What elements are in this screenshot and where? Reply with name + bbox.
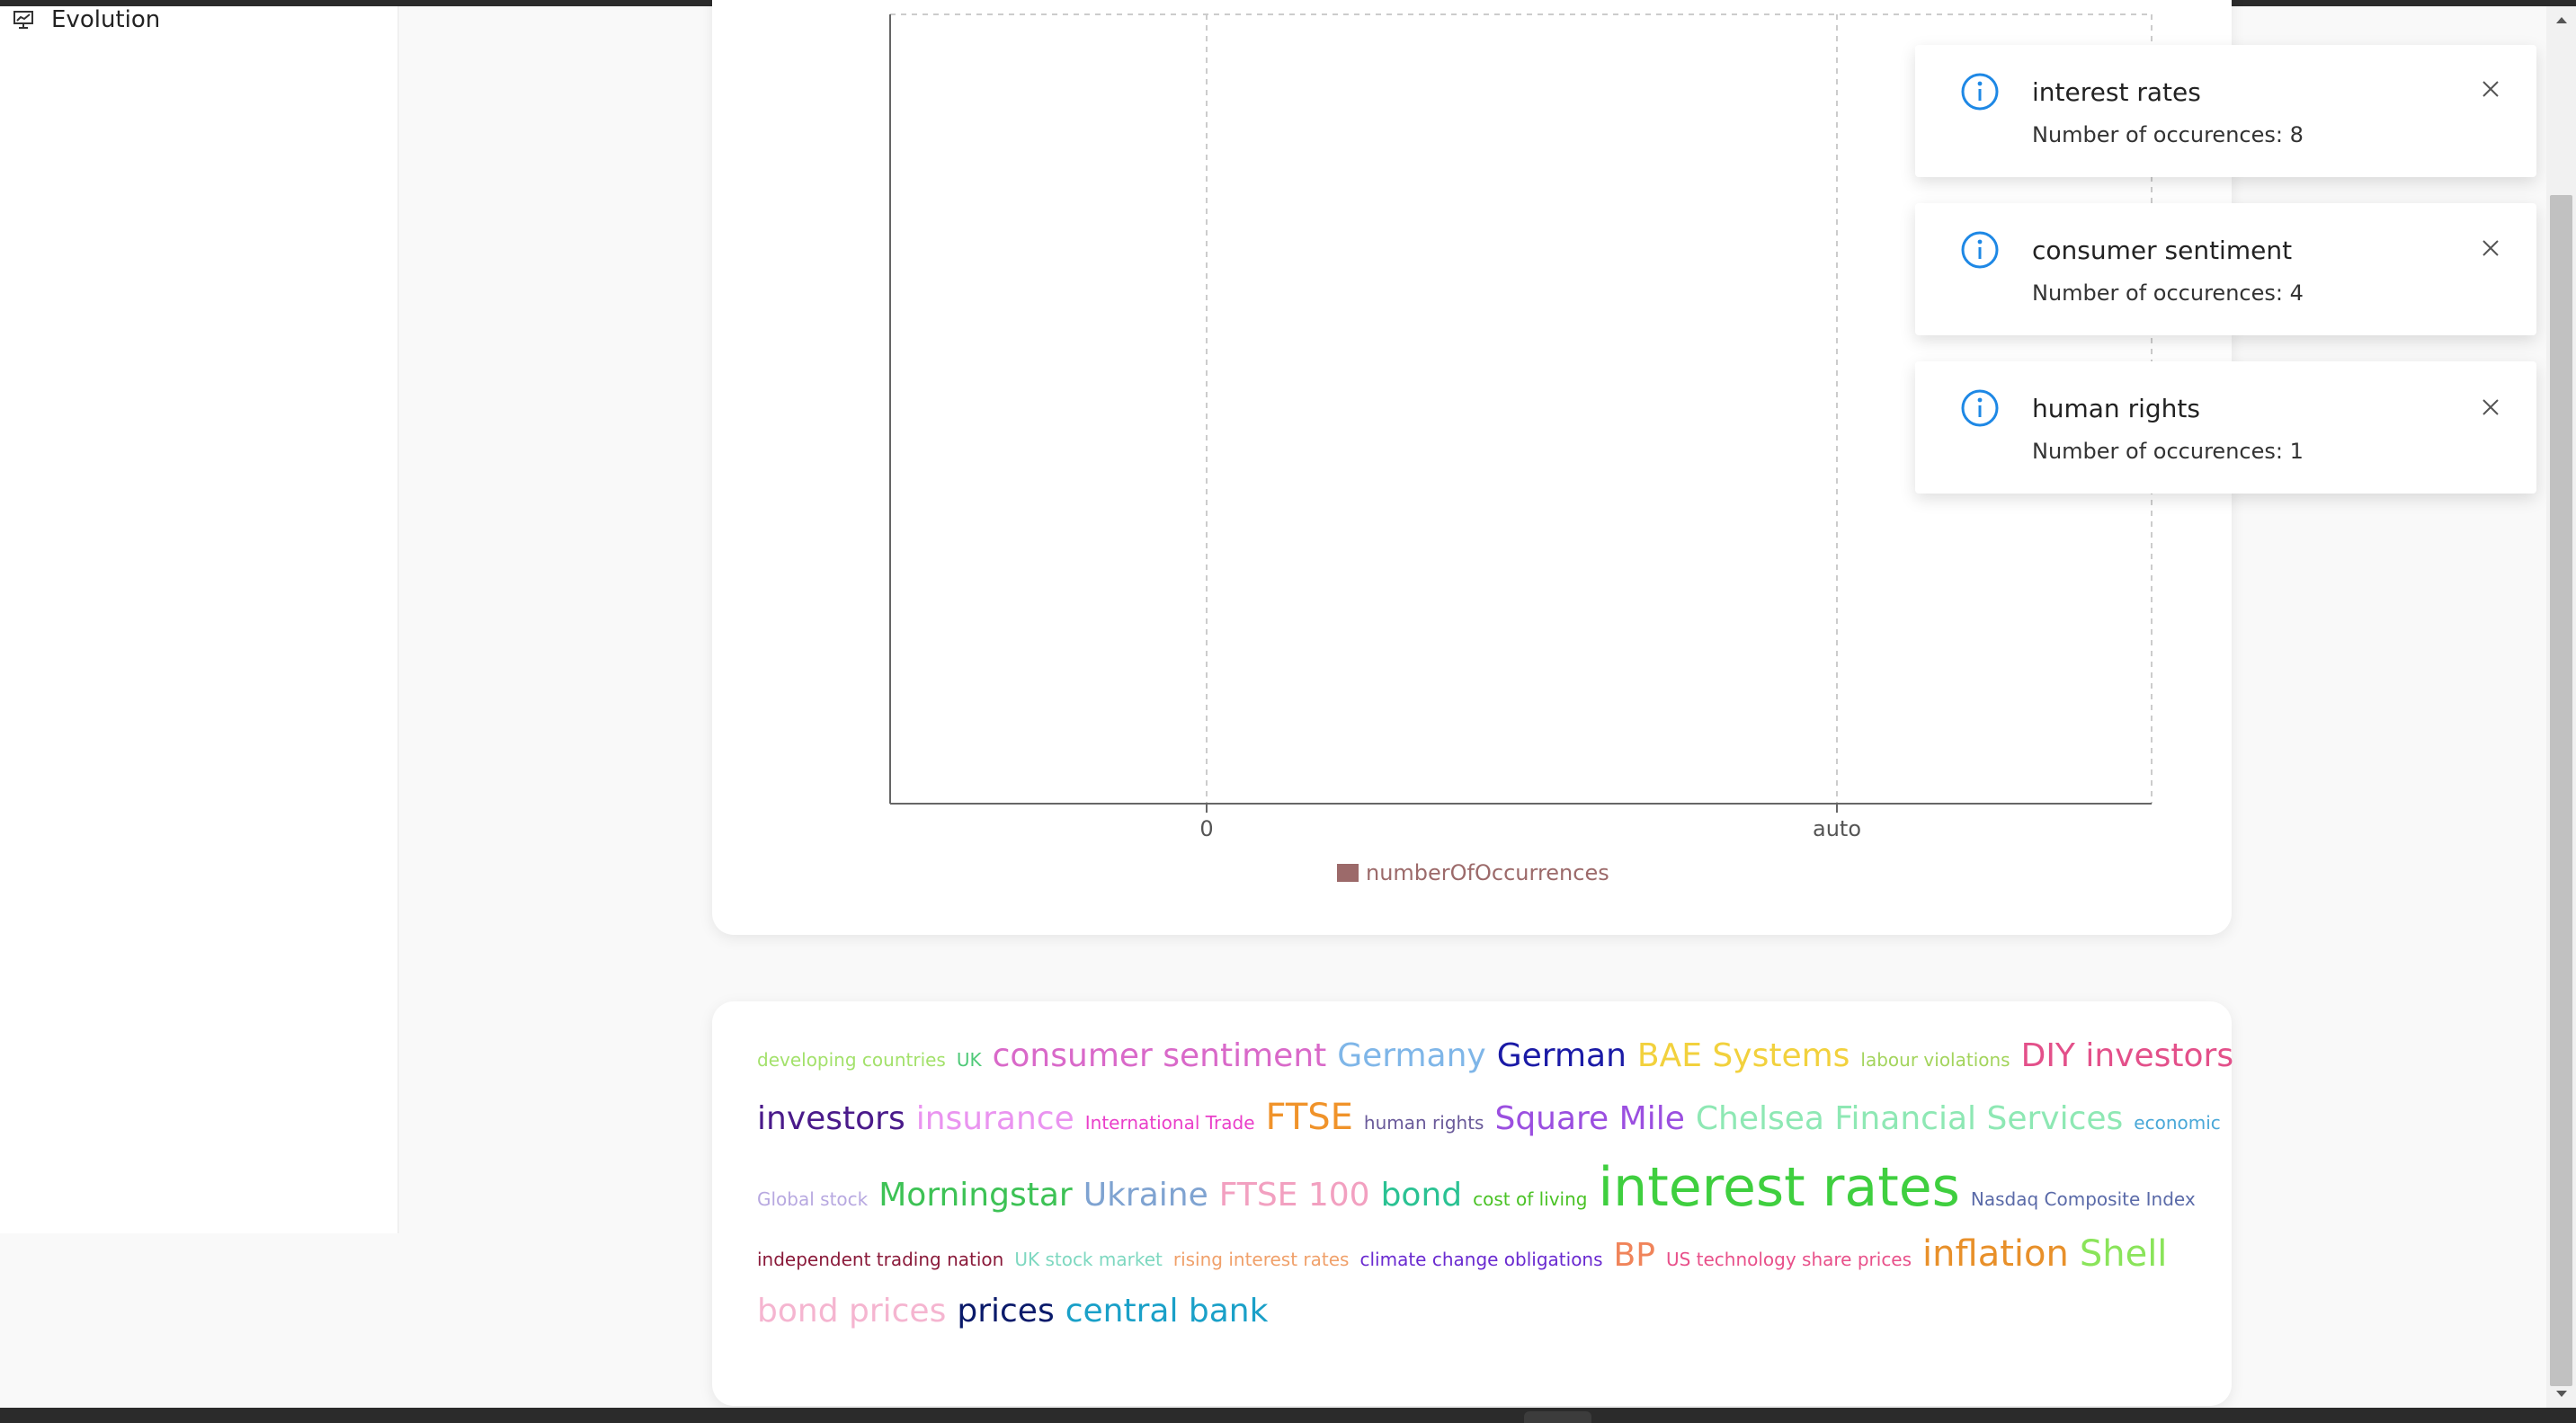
word-cloud-word[interactable]: Chelsea Financial Services <box>1696 1100 2123 1137</box>
sidebar: Evolution <box>0 6 399 1233</box>
word-cloud-word[interactable]: consumer sentiment <box>993 1037 1327 1074</box>
close-icon[interactable] <box>2480 396 2501 418</box>
window-bottom-bar <box>0 1408 2576 1423</box>
word-cloud: developing countries UK consumer sentiment… <box>757 1037 2233 1352</box>
scrollbar-thumb[interactable] <box>2550 195 2572 1386</box>
sidebar-item-label: Evolution <box>51 6 161 33</box>
scrollbar[interactable] <box>2546 6 2576 1408</box>
word-cloud-word[interactable]: insurance <box>916 1100 1074 1137</box>
scroll-down-arrow-icon[interactable] <box>2546 1381 2576 1408</box>
sidebar-item-evolution[interactable]: Evolution <box>0 6 397 33</box>
word-cloud-word[interactable]: central bank <box>1065 1293 1269 1330</box>
word-cloud-row: developing countries UK consumer sentiment… <box>757 1037 2233 1097</box>
toast-title: interest rates <box>2032 77 2201 107</box>
word-cloud-word[interactable]: Ukraine <box>1083 1177 1208 1214</box>
word-cloud-word[interactable]: cost of living <box>1473 1188 1587 1210</box>
x-tick-label: auto <box>1813 816 1861 841</box>
word-cloud-word[interactable]: rising interest rates <box>1173 1249 1350 1270</box>
word-cloud-word[interactable]: FTSE 100 <box>1219 1177 1370 1214</box>
toast-title: consumer sentiment <box>2032 236 2293 265</box>
scroll-up-arrow-icon[interactable] <box>2546 6 2576 33</box>
word-cloud-word[interactable]: BAE Systems <box>1637 1037 1850 1074</box>
toast-body: Number of occurences: 8 <box>2032 122 2304 147</box>
info-icon <box>1960 388 2000 428</box>
word-cloud-row: independent trading nation UK stock marke… <box>757 1233 2196 1293</box>
legend-label: numberOfOccurrences <box>1366 860 1609 885</box>
toast-body: Number of occurences: 1 <box>2032 439 2304 464</box>
bottom-bar-tab <box>1524 1411 1591 1423</box>
info-icon <box>1960 230 2000 270</box>
word-cloud-word[interactable]: investors <box>757 1100 905 1137</box>
toast-title: human rights <box>2032 394 2200 423</box>
word-cloud-word[interactable]: DIY investors <box>2021 1037 2234 1074</box>
word-cloud-word[interactable]: interest rates <box>1599 1156 1960 1219</box>
toast-interest-rates: interest rates Number of occurences: 8 <box>1915 45 2536 177</box>
word-cloud-word[interactable]: Nasdaq Composite Index <box>1971 1188 2196 1210</box>
word-cloud-word[interactable]: Square Mile <box>1494 1100 1684 1137</box>
word-cloud-word[interactable]: climate change obligations <box>1359 1249 1602 1270</box>
word-cloud-card: developing countries UK consumer sentiment… <box>712 1001 2233 1406</box>
word-cloud-word[interactable]: International Trade <box>1085 1112 1255 1134</box>
word-cloud-word[interactable]: UK <box>957 1049 982 1071</box>
legend-item: numberOfOccurrences <box>1337 860 1609 885</box>
word-cloud-word[interactable]: US technology share prices <box>1666 1249 1912 1270</box>
word-cloud-word[interactable]: inflation <box>1922 1233 2069 1275</box>
word-cloud-word[interactable]: BP <box>1614 1237 1655 1274</box>
word-cloud-word[interactable]: bond <box>1381 1177 1463 1214</box>
legend-swatch <box>1337 864 1359 882</box>
word-cloud-row: Global stock Morningstar Ukraine FTSE 100 bo… <box>757 1156 2196 1233</box>
toast-human-rights: human rights Number of occurences: 1 <box>1915 361 2536 494</box>
x-tick-label: 0 <box>1199 816 1213 841</box>
word-cloud-word[interactable]: human rights <box>1364 1112 1484 1134</box>
toast-consumer-sentiment: consumer sentiment Number of occurences:… <box>1915 203 2536 335</box>
word-cloud-word[interactable]: Germany <box>1337 1037 1485 1074</box>
word-cloud-word[interactable]: German <box>1497 1037 1627 1074</box>
word-cloud-row: bond prices prices central bank <box>757 1293 2196 1352</box>
info-icon <box>1960 72 2000 111</box>
word-cloud-word[interactable]: Shell <box>2080 1233 2168 1275</box>
presentation-chart-icon <box>12 10 35 30</box>
word-cloud-word[interactable]: labour violations <box>1860 1049 2010 1071</box>
word-cloud-word[interactable]: economic <box>2134 1112 2220 1134</box>
toast-body: Number of occurences: 4 <box>2032 280 2304 306</box>
word-cloud-word[interactable]: prices <box>957 1293 1054 1330</box>
word-cloud-word[interactable]: Global stock <box>757 1188 868 1210</box>
word-cloud-word[interactable]: UK stock market <box>1014 1249 1163 1270</box>
word-cloud-row: investors insurance International Trade FTS… <box>757 1097 2221 1156</box>
word-cloud-word[interactable]: Morningstar <box>878 1177 1072 1214</box>
close-icon[interactable] <box>2480 78 2501 100</box>
word-cloud-word[interactable]: bond prices <box>757 1293 946 1330</box>
word-cloud-word[interactable]: independent trading nation <box>757 1249 1003 1270</box>
word-cloud-word[interactable]: developing countries <box>757 1049 946 1071</box>
word-cloud-word[interactable]: FTSE <box>1266 1097 1353 1138</box>
close-icon[interactable] <box>2480 237 2501 259</box>
